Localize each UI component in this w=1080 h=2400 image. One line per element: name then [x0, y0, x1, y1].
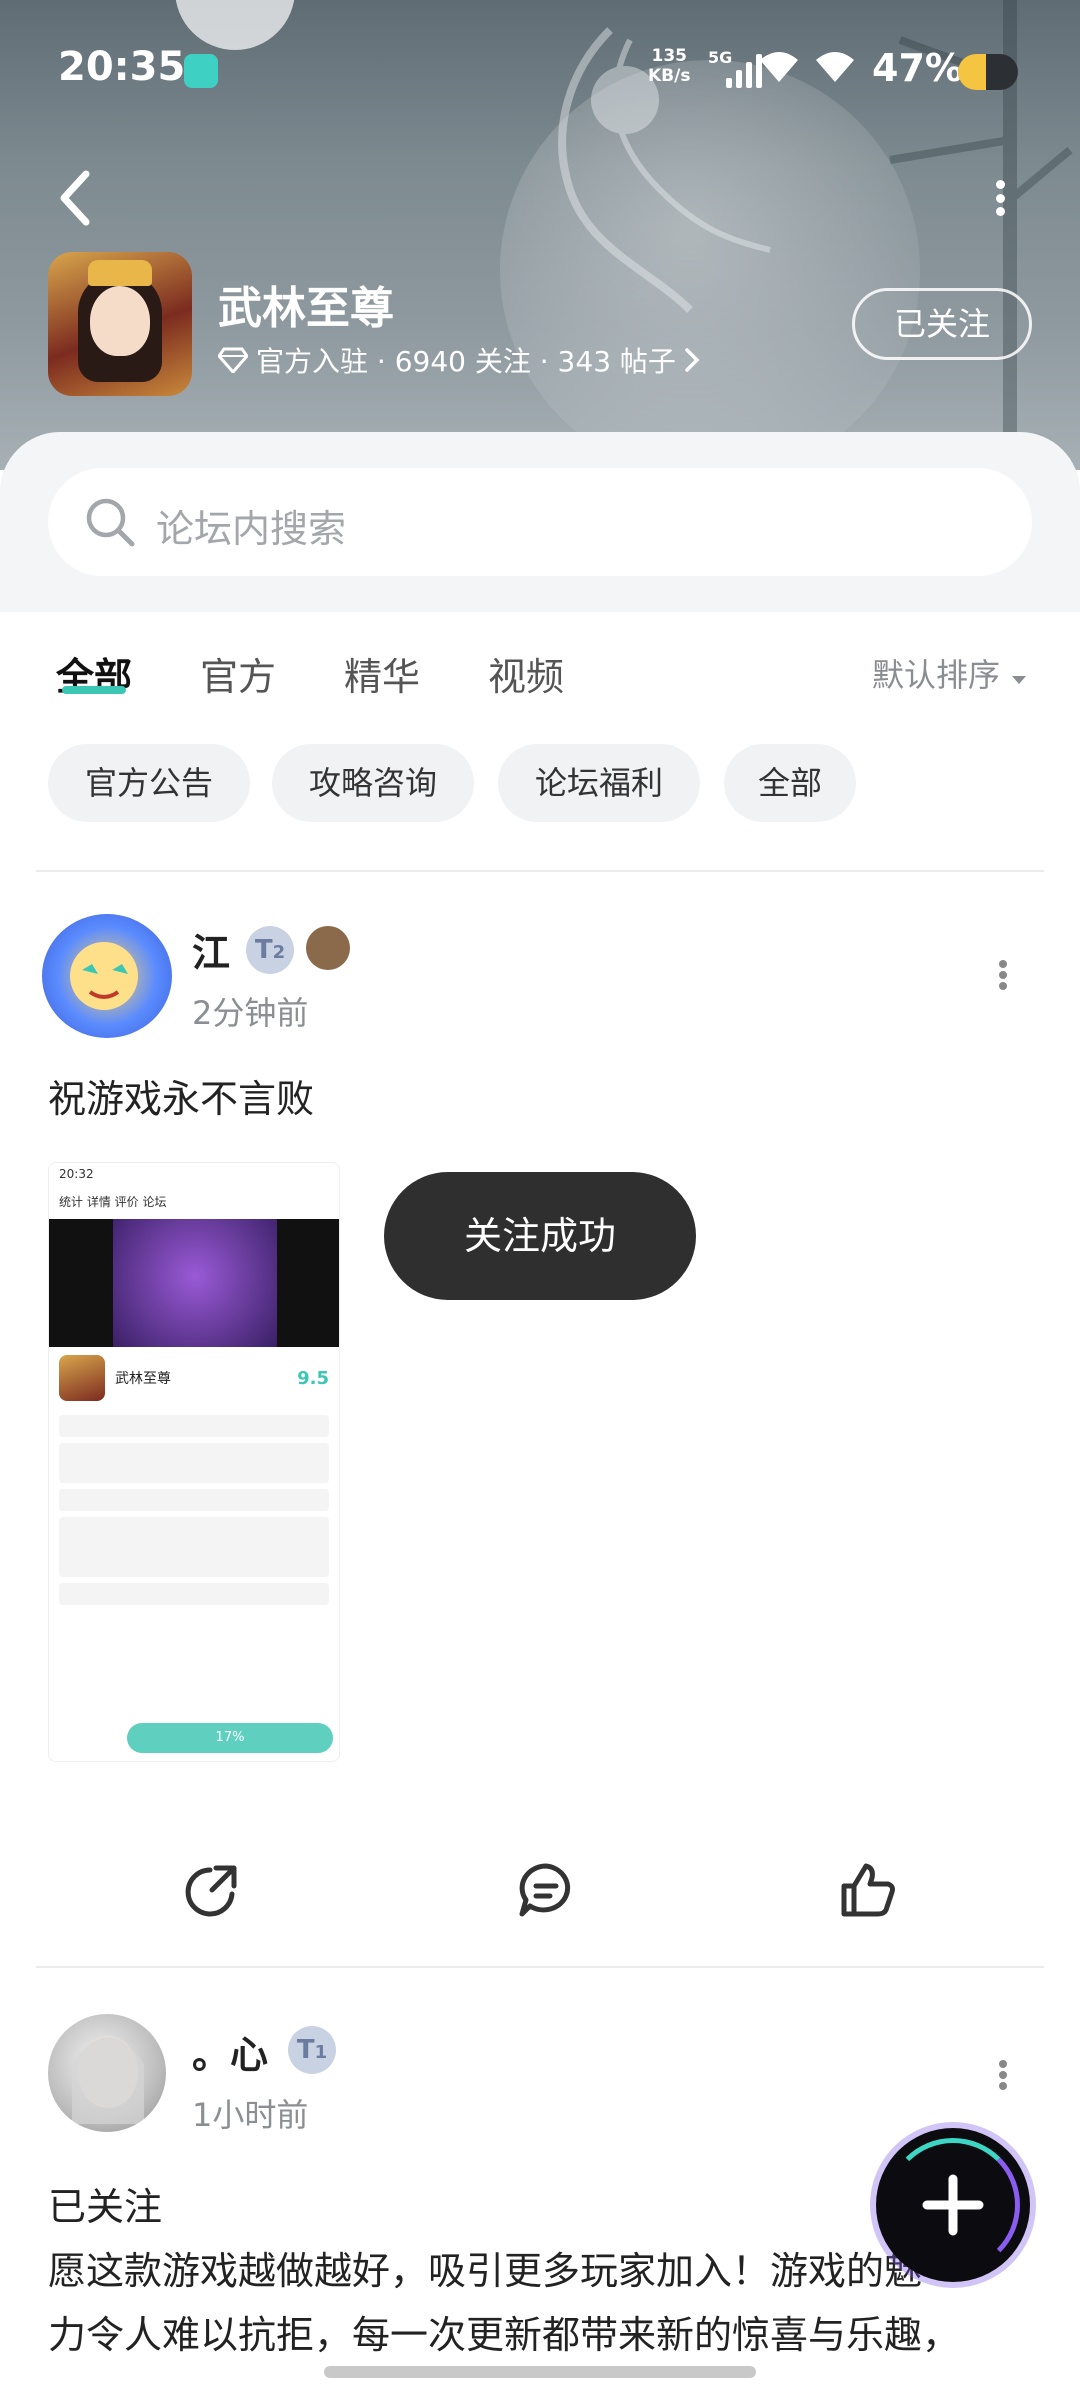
shot-row: [59, 1583, 329, 1605]
avatar-art: [72, 2036, 144, 2124]
battery-percent: 47%: [872, 46, 963, 90]
tab-official[interactable]: 官方: [200, 646, 276, 701]
post-username[interactable]: 江: [192, 922, 230, 977]
search-icon: [86, 498, 135, 547]
toast-message: 关注成功: [384, 1172, 696, 1300]
level-badge: T2: [246, 926, 294, 974]
create-post-button[interactable]: [876, 2128, 1030, 2282]
shot-row: [59, 1415, 329, 1437]
shot-row: [59, 1443, 329, 1483]
title-badge-icon: [306, 926, 350, 970]
network-speed: 135 KB/s: [648, 46, 690, 86]
avatar-art: [70, 942, 138, 1010]
status-time: 20:35: [58, 44, 186, 90]
chip-official-notice[interactable]: 官方公告: [48, 744, 250, 822]
post-text-line[interactable]: 力令人难以抗拒，每一次更新都带来新的惊喜与乐趣，: [48, 2304, 960, 2359]
more-vertical-icon[interactable]: [994, 180, 1006, 216]
level-number: 2: [272, 942, 286, 963]
shot-game-icon: [59, 1355, 105, 1401]
active-tab-indicator: [62, 686, 126, 694]
shot-game-name: 武林至尊: [115, 1371, 171, 1387]
share-icon[interactable]: [182, 1860, 242, 1920]
game-icon: [48, 252, 192, 396]
sort-label: 默认排序: [872, 656, 1001, 694]
diamond-icon: [218, 347, 248, 373]
taptap-icon: [184, 54, 218, 88]
plus-icon: [922, 2174, 984, 2236]
divider: [36, 870, 1044, 872]
chevron-right-icon: [685, 348, 700, 372]
forum-header: 20:35 135 KB/s 5G 47% 武林至尊 官方入驻 · 6940 关注…: [0, 0, 1080, 470]
chip-welfare[interactable]: 论坛福利: [498, 744, 700, 822]
shot-video: [49, 1219, 339, 1347]
comment-icon[interactable]: [516, 1860, 576, 1920]
shot-game-row: 武林至尊 9.5: [49, 1347, 339, 1409]
post-more-icon[interactable]: [998, 960, 1008, 990]
shot-progress: 17%: [127, 1723, 333, 1753]
post-image[interactable]: 20:32 统计 详情 评价 论坛 武林至尊 9.5 17%: [48, 1162, 340, 1762]
caret-down-icon: [1012, 676, 1027, 684]
post-time: 2分钟前: [192, 994, 309, 1032]
network-speed-unit: KB/s: [648, 66, 691, 86]
game-meta[interactable]: 官方入驻 · 6940 关注 · 343 帖子: [218, 340, 700, 380]
post-text[interactable]: 祝游戏永不言败: [48, 1068, 314, 1123]
status-bar: 20:35 135 KB/s 5G 47%: [58, 40, 1040, 104]
tab-featured[interactable]: 精华: [344, 646, 420, 701]
signal-icon: [726, 54, 762, 88]
forum-search-input[interactable]: 论坛内搜索: [48, 468, 1032, 576]
game-meta-text: 官方入驻 · 6940 关注 · 343 帖子: [256, 345, 676, 378]
shot-row: [59, 1517, 329, 1577]
post-username[interactable]: 。心: [192, 2024, 268, 2079]
shot-status: 20:32: [49, 1163, 339, 1185]
followed-button[interactable]: 已关注: [852, 288, 1032, 360]
back-chevron-icon[interactable]: [56, 168, 96, 228]
tab-video[interactable]: 视频: [488, 646, 564, 701]
divider: [36, 1966, 1044, 1968]
level-badge: T1: [288, 2026, 336, 2074]
sort-dropdown[interactable]: 默认排序: [872, 650, 1028, 696]
chip-all[interactable]: 全部: [724, 744, 856, 822]
game-title: 武林至尊: [218, 283, 394, 334]
network-speed-value: 135: [651, 46, 687, 66]
home-indicator[interactable]: [324, 2366, 756, 2378]
post-text-line[interactable]: 已关注: [48, 2176, 162, 2231]
shot-row: [59, 1489, 329, 1511]
wifi-icon: [816, 52, 854, 82]
thumbs-up-icon[interactable]: [838, 1860, 898, 1920]
search-placeholder: 论坛内搜索: [156, 507, 347, 551]
post-avatar[interactable]: [42, 914, 172, 1038]
level-number: 1: [314, 2042, 328, 2063]
post-text-line[interactable]: 愿这款游戏越做越好，吸引更多玩家加入！游戏的魅: [48, 2240, 922, 2295]
chip-guide[interactable]: 攻略咨询: [272, 744, 474, 822]
shot-nav: 统计 详情 评价 论坛: [59, 1195, 167, 1209]
battery-icon: [958, 54, 1018, 90]
shot-score: 9.5: [297, 1367, 329, 1389]
post-time: 1小时前: [192, 2096, 309, 2134]
post-more-icon[interactable]: [998, 2060, 1008, 2090]
post-avatar[interactable]: [48, 2014, 166, 2132]
wifi-icon: [760, 52, 798, 82]
